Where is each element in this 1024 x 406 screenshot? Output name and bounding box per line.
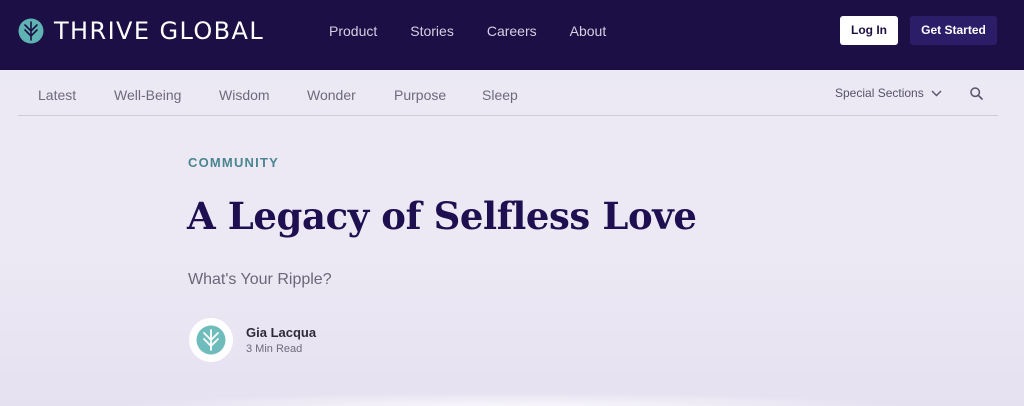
category-sleep[interactable]: Sleep bbox=[482, 87, 518, 103]
brand-logo[interactable]: THRIVE GLOBAL bbox=[18, 16, 264, 46]
nav-item-careers[interactable]: Careers bbox=[487, 22, 537, 40]
category-wisdom[interactable]: Wisdom bbox=[219, 87, 270, 103]
article-category[interactable]: COMMUNITY bbox=[188, 155, 279, 170]
author-name[interactable]: Gia Lacqua bbox=[246, 325, 316, 340]
content-card-edge bbox=[110, 392, 910, 406]
get-started-button[interactable]: Get Started bbox=[910, 16, 997, 45]
brand-name: THRIVE GLOBAL bbox=[54, 17, 265, 45]
article-title: A Legacy of Selfless Love bbox=[187, 194, 697, 238]
category-well-being[interactable]: Well-Being bbox=[114, 87, 181, 103]
search-icon[interactable] bbox=[970, 87, 983, 100]
leaf-logo-icon bbox=[18, 18, 44, 44]
article-subtitle: What's Your Ripple? bbox=[188, 271, 332, 288]
nav-item-product[interactable]: Product bbox=[329, 22, 377, 40]
leaf-logo-icon bbox=[196, 325, 226, 355]
category-latest[interactable]: Latest bbox=[38, 87, 76, 103]
top-navigation-bar: THRIVE GLOBAL Product Stories Careers Ab… bbox=[0, 0, 1024, 70]
login-button[interactable]: Log In bbox=[840, 16, 898, 45]
divider bbox=[18, 115, 998, 116]
special-sections-dropdown[interactable]: Special Sections bbox=[835, 86, 942, 100]
category-purpose[interactable]: Purpose bbox=[394, 87, 446, 103]
author-avatar[interactable] bbox=[189, 318, 233, 362]
special-sections-label: Special Sections bbox=[835, 86, 924, 100]
category-wonder[interactable]: Wonder bbox=[307, 87, 356, 103]
chevron-down-icon bbox=[931, 90, 942, 96]
read-time: 3 Min Read bbox=[246, 343, 303, 355]
nav-item-about[interactable]: About bbox=[570, 22, 607, 40]
main-nav: Product Stories Careers About bbox=[329, 22, 639, 40]
nav-item-stories[interactable]: Stories bbox=[410, 22, 454, 40]
